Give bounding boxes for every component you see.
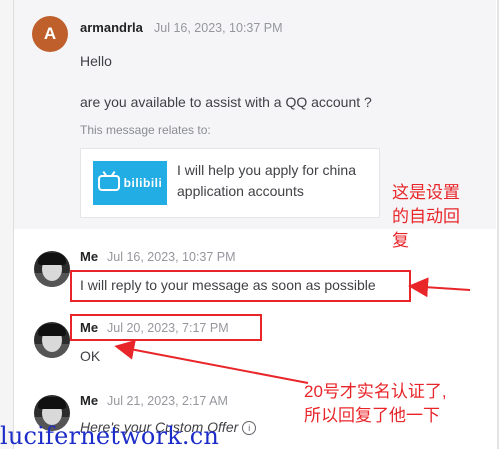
annotation-arrows — [114, 277, 471, 384]
arrow-to-timestamp — [114, 339, 309, 384]
arrow-to-auto-reply — [408, 277, 471, 298]
watermark: lucifernetwork.cn — [0, 422, 220, 450]
